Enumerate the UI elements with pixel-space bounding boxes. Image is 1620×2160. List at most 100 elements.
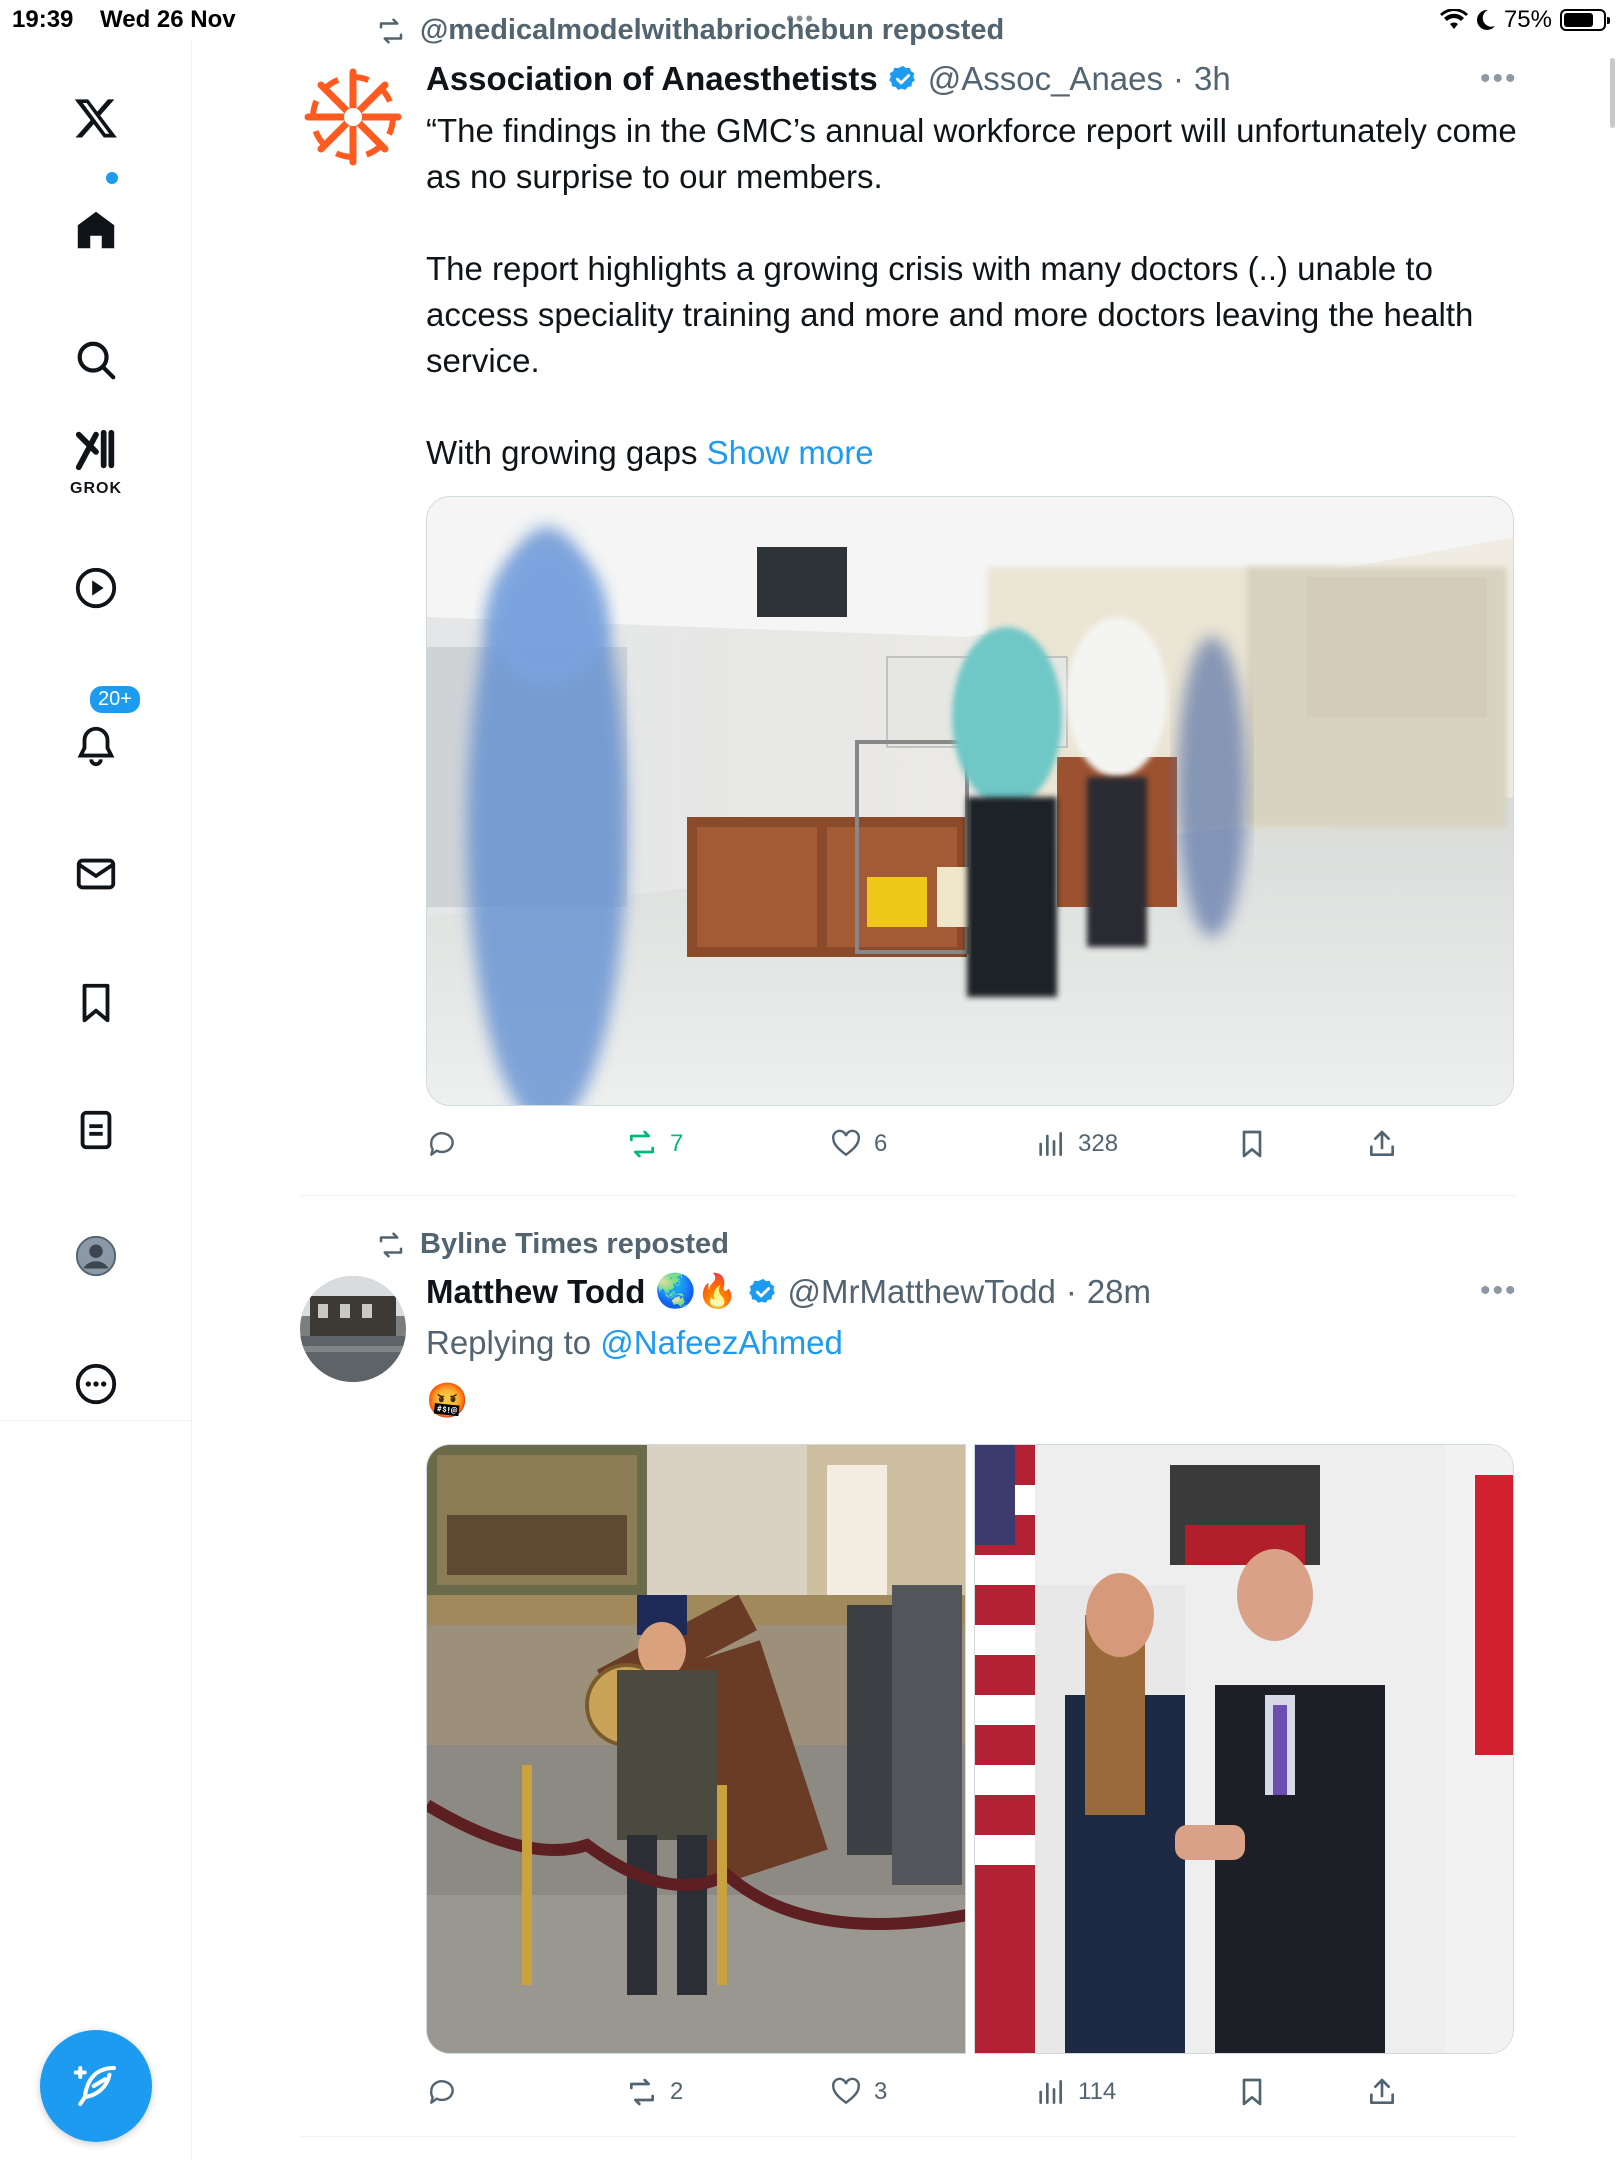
post-paragraph-truncated: With growing gaps Show more — [426, 430, 1526, 476]
rotunda-photo — [427, 1445, 965, 2053]
home-unread-dot — [106, 172, 118, 184]
status-time: 19:39 — [12, 6, 74, 33]
verified-badge-icon[interactable] — [748, 1277, 778, 1307]
home-icon[interactable] — [66, 200, 126, 260]
heart-icon — [832, 1129, 860, 1157]
post-image-rotunda[interactable] — [426, 1444, 966, 2054]
x-logo-icon[interactable] — [66, 88, 126, 148]
verified-badge-icon[interactable] — [888, 64, 918, 94]
notifications-badge: 20+ — [88, 684, 142, 715]
more-options-icon[interactable] — [66, 1354, 126, 1414]
reply-button[interactable] — [426, 2076, 458, 2108]
status-indicators: 75% — [1439, 6, 1610, 34]
post-divider — [300, 1195, 1516, 1196]
share-button[interactable] — [1366, 1128, 1398, 1160]
author-name[interactable]: Matthew Todd — [426, 1273, 645, 1311]
truncated-text: With growing gaps — [426, 434, 707, 471]
like-button[interactable]: 6 — [830, 1128, 887, 1160]
replying-to-handle[interactable]: @NafeezAhmed — [600, 1324, 843, 1361]
repost-icon — [379, 1232, 403, 1257]
heart-icon — [832, 2077, 860, 2105]
replying-to-line: Replying to @NafeezAhmed — [426, 1320, 1526, 1366]
show-more-link[interactable]: Show more — [707, 434, 874, 471]
repost-indicator[interactable]: @medicalmodelwithabriochebun reposted — [376, 14, 1004, 47]
replying-to-prefix: Replying to — [426, 1324, 601, 1361]
share-upload-icon — [1370, 1130, 1394, 1156]
grok-label: GROK — [70, 480, 122, 497]
bookmark-button[interactable] — [1236, 1128, 1268, 1160]
author-row: Association of Anaesthetists @Assoc_Anae… — [426, 60, 1231, 98]
post-actions: 7 6 328 — [426, 1128, 1426, 1168]
post-image-hospital-ward[interactable] — [426, 496, 1514, 1106]
bookmark-icon — [1242, 1130, 1262, 1158]
gop-event-photo — [975, 1445, 1513, 2053]
search-icon[interactable] — [66, 330, 126, 390]
author-avatar[interactable] — [300, 64, 406, 170]
share-upload-icon — [1370, 2078, 1394, 2104]
lists-document-icon[interactable] — [66, 1100, 126, 1160]
avatar-photo-flooded-street — [300, 1276, 406, 1382]
wifi-icon — [1439, 9, 1468, 29]
views-chart-icon — [1039, 1132, 1062, 1156]
post-divider — [300, 2136, 1516, 2137]
bookmark-icon — [1242, 2078, 1262, 2106]
author-avatar[interactable] — [300, 1276, 406, 1382]
grok-icon[interactable] — [66, 420, 126, 480]
post-more-options-icon[interactable]: ••• — [1480, 1274, 1518, 1308]
reply-icon — [429, 2080, 454, 2104]
views-count: 114 — [1078, 2078, 1117, 2105]
like-button[interactable]: 3 — [830, 2076, 887, 2108]
moon-icon — [1476, 9, 1495, 30]
post-paragraph: “The findings in the GMC’s annual workfo… — [426, 112, 1517, 195]
like-count: 6 — [874, 1130, 888, 1157]
bookmark-button[interactable] — [1236, 2076, 1268, 2108]
separator-dot: · — [1173, 60, 1185, 97]
separator-dot: · — [1065, 1272, 1077, 1310]
repost-button[interactable]: 2 — [626, 2076, 683, 2108]
status-date: Wed 26 Nov — [100, 6, 236, 33]
battery-icon — [1560, 9, 1610, 31]
repost-indicator[interactable]: Byline Times reposted — [376, 1228, 729, 1261]
association-logo-icon — [300, 64, 406, 170]
author-name-emojis: 🌏🔥 — [655, 1272, 738, 1309]
reply-button[interactable] — [426, 1128, 458, 1160]
messages-envelope-icon[interactable] — [66, 844, 126, 904]
battery-fill — [1564, 13, 1593, 27]
notifications-bell-icon[interactable] — [66, 716, 126, 776]
author-handle[interactable]: @MrMatthewTodd — [788, 1273, 1056, 1311]
scrollbar[interactable] — [1610, 58, 1615, 128]
bookmarks-icon[interactable] — [66, 973, 126, 1033]
repost-button[interactable]: 7 — [626, 1128, 683, 1160]
reply-icon — [429, 1132, 454, 1156]
like-count: 3 — [874, 2078, 888, 2105]
views-button[interactable]: 328 — [1034, 1128, 1118, 1160]
repost-icon — [379, 18, 403, 43]
post-actions: 2 3 114 — [426, 2076, 1426, 2116]
compose-feather-icon — [73, 2065, 117, 2107]
repost-count: 7 — [670, 1130, 684, 1157]
repost-count: 2 — [670, 2078, 684, 2105]
views-count: 328 — [1078, 1130, 1119, 1157]
post-more-options-icon[interactable]: ••• — [1480, 62, 1518, 96]
battery-percent: 75% — [1503, 6, 1552, 33]
compose-post-button[interactable] — [40, 2030, 152, 2142]
post-time[interactable]: 28m — [1087, 1273, 1151, 1311]
profile-avatar-icon[interactable] — [66, 1226, 126, 1286]
views-button[interactable]: 114 — [1034, 2076, 1116, 2108]
video-play-icon[interactable] — [66, 558, 126, 618]
post-image-grid — [426, 1444, 1514, 2054]
share-button[interactable] — [1366, 2076, 1398, 2108]
author-handle[interactable]: @Assoc_Anaes — [928, 60, 1163, 98]
repost-by-label: Byline Times reposted — [420, 1228, 729, 1260]
post-image-gop-event[interactable] — [974, 1444, 1514, 2054]
sidebar-nav: GROK 20+ — [0, 40, 192, 2160]
repost-icon — [630, 1130, 654, 1158]
author-name[interactable]: Association of Anaesthetists — [426, 60, 878, 98]
hospital-ward-photo — [427, 497, 1513, 1105]
sidebar-divider — [0, 1420, 192, 1421]
post-time[interactable]: 3h — [1194, 60, 1231, 98]
author-row: Matthew Todd 🌏🔥 @MrMatthewTodd · 28m — [426, 1272, 1151, 1311]
post-text: 🤬 — [426, 1382, 469, 1420]
post-paragraph: The report highlights a growing crisis w… — [426, 250, 1474, 379]
repost-by-label: @medicalmodelwithabriochebun reposted — [420, 14, 1005, 46]
